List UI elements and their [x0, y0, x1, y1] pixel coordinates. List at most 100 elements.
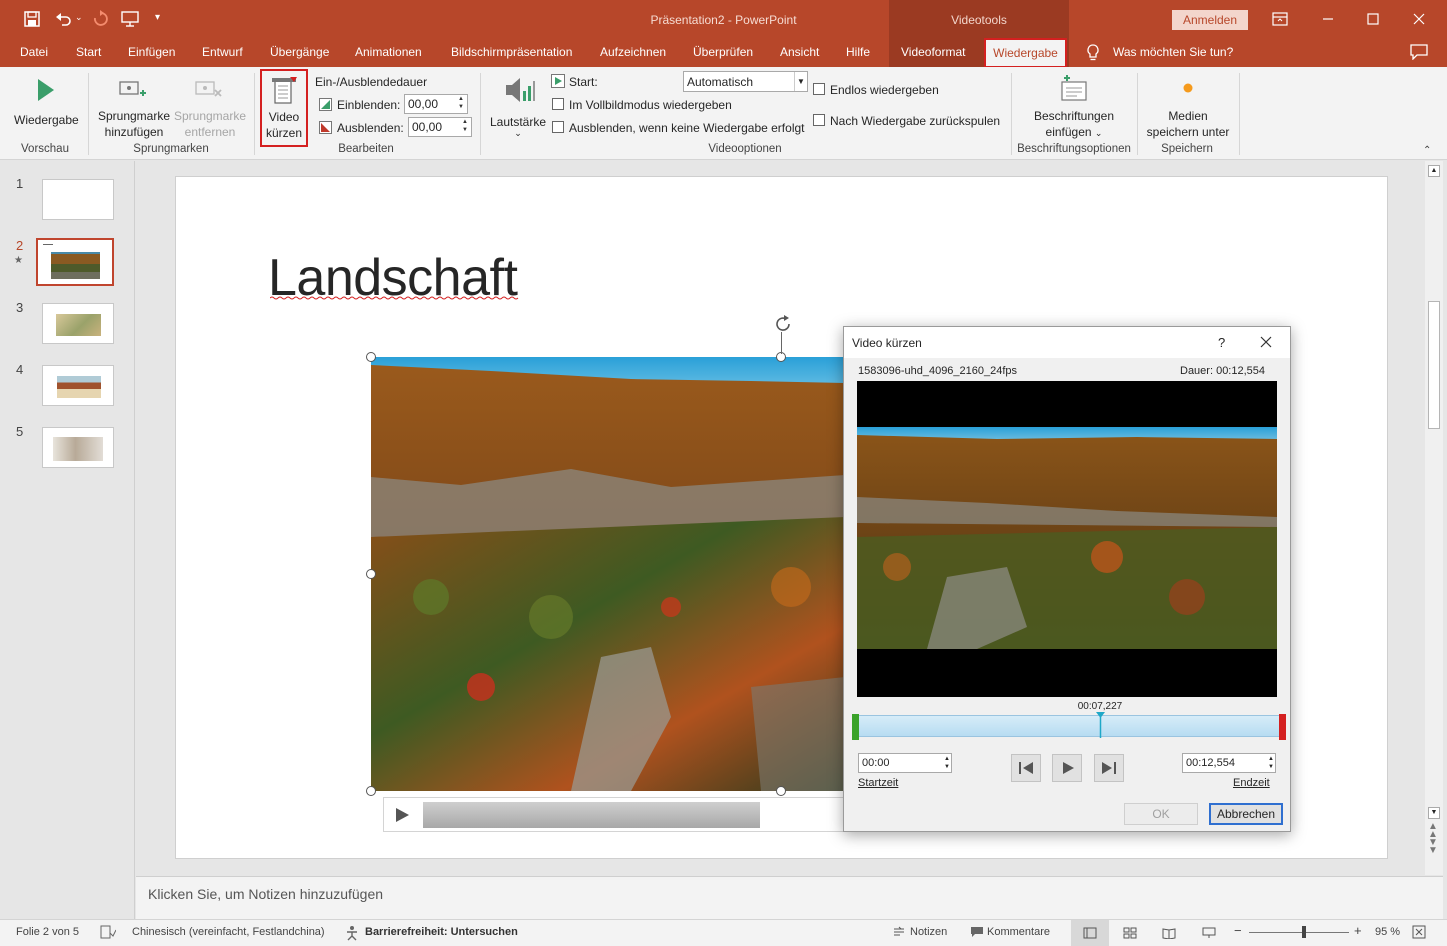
volume-icon [503, 75, 535, 105]
loop-checkbox[interactable] [813, 83, 825, 95]
play-preview-button[interactable] [1052, 754, 1082, 782]
start-dropdown[interactable]: Automatisch ▼ [683, 71, 808, 92]
volume-button[interactable]: Lautstärke ⌄ [488, 73, 548, 139]
scroll-thumb[interactable] [1428, 301, 1440, 429]
start-time-input[interactable]: 00:00 ▲ ▼ [858, 753, 952, 773]
reading-view-icon[interactable] [1162, 927, 1176, 939]
tab-ueberpruefen[interactable]: Überprüfen [693, 45, 753, 59]
help-button[interactable]: ? [1218, 335, 1225, 350]
slide-thumbnail-pane: 1 2 ★ 3 4 5 [4, 161, 135, 919]
slide-thumbnail-3[interactable] [42, 303, 114, 344]
tab-videoformat[interactable]: Videoformat [901, 45, 965, 59]
tab-bildschirmpraesentation[interactable]: Bildschirmpräsentation [451, 45, 572, 59]
video-play-icon[interactable] [394, 807, 410, 823]
maximize-icon[interactable] [1363, 10, 1383, 28]
zoom-out-icon[interactable]: − [1234, 923, 1242, 938]
accessibility-status[interactable]: Barrierefreiheit: Untersuchen [365, 926, 518, 938]
spinner-arrows-icon[interactable]: ▲ ▼ [1268, 755, 1274, 771]
notes-button[interactable]: Notizen [910, 926, 947, 938]
spinner-arrows-icon[interactable]: ▲ ▼ [944, 755, 950, 771]
ok-button[interactable]: OK [1124, 803, 1198, 825]
fit-to-window-icon[interactable] [1412, 925, 1426, 939]
trim-video-button[interactable]: Video kürzen [260, 69, 308, 147]
resize-handle[interactable] [776, 786, 786, 796]
tab-datei[interactable]: Datei [20, 45, 48, 59]
vertical-scrollbar[interactable]: ▲ ▼ ▲ ▲ ▼ ▼ [1425, 161, 1443, 875]
tab-uebergaenge[interactable]: Übergänge [270, 45, 329, 59]
zoom-slider-thumb[interactable] [1302, 926, 1306, 938]
tab-start[interactable]: Start [76, 45, 101, 59]
normal-view-button[interactable] [1071, 920, 1109, 946]
spellcheck-underline [270, 296, 520, 300]
comments-icon[interactable] [970, 926, 984, 938]
preview-play-button[interactable]: Wiedergabe [10, 71, 82, 131]
end-time-input[interactable]: 00:12,554 ▲ ▼ [1182, 753, 1276, 773]
add-bookmark-button[interactable]: Sprungmarke hinzufügen [96, 73, 172, 139]
comments-button[interactable]: Kommentare [987, 926, 1050, 938]
tab-wiedergabe[interactable]: Wiedergabe [984, 38, 1067, 68]
tell-me-search[interactable]: Was möchten Sie tun? [1113, 45, 1233, 59]
minimize-icon[interactable] [1318, 10, 1338, 28]
group-label-beschriftungsoptionen: Beschriftungsoptionen [1017, 143, 1131, 155]
context-tab-group-label: Videotools [889, 0, 1069, 40]
language-indicator[interactable]: Chinesisch (vereinfacht, Festlandchina) [132, 926, 325, 938]
sign-in-button[interactable]: Anmelden [1172, 10, 1248, 30]
slide-thumbnail-5[interactable] [42, 427, 114, 468]
next-frame-button[interactable] [1094, 754, 1124, 782]
close-icon[interactable] [1409, 10, 1429, 28]
rotate-handle-icon[interactable] [772, 313, 794, 335]
zoom-level[interactable]: 95 % [1375, 926, 1400, 938]
close-icon[interactable] [1260, 336, 1272, 348]
hide-label: Ausblenden, wenn keine Wiedergabe erfolg… [569, 121, 805, 135]
save-media-button[interactable]: Medien speichern unter [1142, 73, 1234, 141]
notes-pane[interactable]: Klicken Sie, um Notizen hinzuzufügen [136, 876, 1443, 919]
trim-video-icon [270, 75, 298, 105]
playhead-marker[interactable] [1096, 712, 1105, 738]
video-progress-bar[interactable] [423, 802, 760, 828]
notes-icon[interactable] [893, 926, 905, 938]
resize-handle[interactable] [366, 786, 376, 796]
fullscreen-checkbox[interactable] [552, 98, 564, 110]
slide-number: 5 [16, 424, 24, 439]
fade-out-icon [319, 121, 332, 134]
slide-thumbnail-2[interactable] [36, 238, 114, 286]
ribbon-display-options-icon[interactable] [1270, 10, 1290, 28]
slide-sorter-icon[interactable] [1123, 927, 1137, 939]
hide-checkbox[interactable] [552, 121, 564, 133]
tab-ansicht[interactable]: Ansicht [780, 45, 819, 59]
spinner-arrows-icon[interactable]: ▲ ▼ [456, 95, 466, 111]
spellcheck-icon[interactable] [100, 925, 116, 939]
tab-aufzeichnen[interactable]: Aufzeichnen [600, 45, 666, 59]
scroll-up-icon[interactable]: ▲ [1428, 165, 1440, 177]
slide-thumbnail-1[interactable] [42, 179, 114, 220]
start-trim-handle[interactable] [852, 714, 859, 740]
collapse-ribbon-icon[interactable]: ⌃ [1423, 145, 1431, 156]
slide-video[interactable] [371, 357, 845, 791]
resize-handle[interactable] [366, 569, 376, 579]
insert-captions-button[interactable]: Beschriftungen einfügen ⌄ [1026, 71, 1122, 141]
tab-animationen[interactable]: Animationen [355, 45, 422, 59]
tab-hilfe[interactable]: Hilfe [846, 45, 870, 59]
chevron-down-icon: ▼ [794, 72, 807, 91]
trim-timeline[interactable] [852, 712, 1286, 740]
tab-einfuegen[interactable]: Einfügen [128, 45, 175, 59]
slideshow-icon[interactable] [1202, 927, 1216, 939]
zoom-slider[interactable] [1249, 932, 1349, 933]
scroll-down-icon[interactable]: ▼ [1428, 807, 1440, 819]
rewind-checkbox[interactable] [813, 114, 825, 126]
zoom-in-icon[interactable]: + [1354, 923, 1362, 938]
separator [1011, 73, 1012, 155]
previous-frame-button[interactable] [1011, 754, 1041, 782]
tab-entwurf[interactable]: Entwurf [202, 45, 243, 59]
comment-icon[interactable] [1410, 44, 1428, 60]
accessibility-icon[interactable] [345, 925, 361, 941]
spinner-arrows-icon[interactable]: ▲ ▼ [460, 118, 470, 134]
resize-handle[interactable] [366, 352, 376, 362]
end-time-label: Endzeit [1233, 777, 1270, 789]
fade-in-input[interactable]: 00,00 ▲ ▼ [404, 94, 468, 114]
cancel-button[interactable]: Abbrechen [1209, 803, 1283, 825]
slide-thumbnail-4[interactable] [42, 365, 114, 406]
next-slide-icon[interactable]: ▼ ▼ [1428, 838, 1438, 856]
end-trim-handle[interactable] [1279, 714, 1286, 740]
fade-out-input[interactable]: 00,00 ▲ ▼ [408, 117, 472, 137]
